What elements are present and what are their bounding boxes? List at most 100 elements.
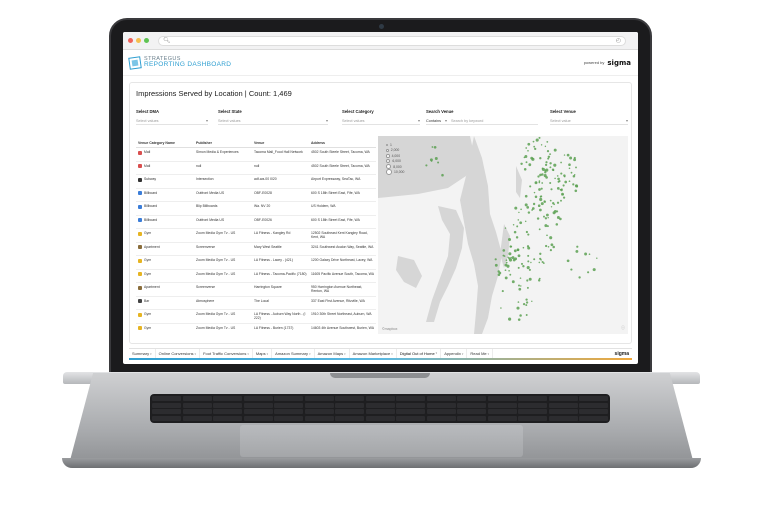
table-row[interactable]: Gym Zoom Media Gym Tv - US LA Fitness - Au… xyxy=(136,310,376,324)
tab-digital-out-of-home[interactable]: Digital Out of Home ▾ xyxy=(396,348,442,359)
tab-online-conversions[interactable]: Online Conversions ▾ xyxy=(156,348,201,359)
venue-table: Venue Category Name Publisher Venue Addr… xyxy=(136,139,376,335)
tab-summary[interactable]: Summary ▾ xyxy=(129,348,156,359)
category-name: Gym xyxy=(144,325,152,330)
category-color-swatch xyxy=(138,272,142,276)
address-cell: 12502 Southeast Kent Kangley Road, Kent,… xyxy=(311,231,368,240)
tab-amazon-marketplace[interactable]: Amazon Marketplace ▾ xyxy=(350,348,397,359)
key xyxy=(518,402,547,408)
impression-point xyxy=(549,166,552,169)
state-select[interactable]: Select values ▾ xyxy=(218,117,328,125)
state-placeholder: Select values xyxy=(218,118,241,123)
key xyxy=(243,396,273,402)
impression-point xyxy=(538,228,541,231)
publisher-cell: Zoom Media Gym Tv - US xyxy=(196,312,236,316)
map-canvas[interactable] xyxy=(378,136,628,334)
column-header[interactable]: Venue Category Name xyxy=(136,139,194,147)
venue-cell: OBF-E0028 xyxy=(254,190,272,195)
impression-point xyxy=(538,181,541,184)
table-row[interactable]: Gym Zoom Media Gym Tv - US LA Fitness - La… xyxy=(136,256,376,270)
impression-point xyxy=(509,245,512,248)
maximize-window-dot[interactable] xyxy=(144,38,149,43)
tab-appendix[interactable]: Appendix ▾ xyxy=(441,348,468,359)
impression-point xyxy=(562,193,564,196)
impression-point xyxy=(550,206,553,208)
category-name: Mall xyxy=(144,163,151,168)
impression-point xyxy=(518,284,520,287)
legend-label: 1 xyxy=(390,142,392,147)
impression-point xyxy=(538,277,541,280)
table-row[interactable]: Subway Intersection adf-wa-00 I020 Airport … xyxy=(136,175,376,189)
table-row[interactable]: Gym Zoom Media Gym Tv - US LA Fitness - Ta… xyxy=(136,270,376,283)
impression-point xyxy=(537,204,541,207)
tab-foot-traffic-conversions[interactable]: Foot Traffic Conversions ▾ xyxy=(200,348,253,359)
category-color-swatch xyxy=(138,150,142,155)
venue-select[interactable]: Select value ▾ xyxy=(550,117,628,125)
table-row[interactable]: Bar Atmosphere The Local 337 East First Ave… xyxy=(136,297,376,310)
key xyxy=(365,415,395,421)
key xyxy=(365,402,395,408)
impression-point xyxy=(547,246,550,248)
impression-point xyxy=(537,175,540,178)
filter-state: Select State Select values ▾ xyxy=(218,109,328,125)
column-header[interactable]: Venue xyxy=(252,139,309,147)
contains-dropdown[interactable]: Contains xyxy=(426,119,441,123)
impression-point xyxy=(530,261,532,264)
share-icon[interactable]: ◴ xyxy=(616,38,621,44)
table-row[interactable]: Billboard Blip Billboards Wa. NV 20 US Hold… xyxy=(136,202,376,216)
impressions-map[interactable]: 1 2,000 4,000 6,000 8,000 10,000 ©mapbox ⓘ xyxy=(378,136,628,334)
water-shape xyxy=(426,206,464,322)
dma-select[interactable]: Select values ▾ xyxy=(136,117,208,125)
impression-point xyxy=(510,257,512,259)
impression-point xyxy=(431,146,434,148)
impression-point xyxy=(540,202,544,206)
sigma-logo: sigma xyxy=(607,58,631,67)
address-cell: 11605 Pacific Avenue South, Tacoma, WA xyxy=(311,271,375,276)
impression-point xyxy=(578,276,581,279)
close-window-dot[interactable] xyxy=(128,38,133,43)
impression-point xyxy=(538,136,541,139)
table-row[interactable]: Billboard Outfront Media US OBF-E0026 600 S… xyxy=(136,216,376,229)
tab-amazon-maps[interactable]: Amazon Maps ▾ xyxy=(315,348,350,359)
category-cell: Gym xyxy=(136,310,194,323)
table-row[interactable]: Gym Zoom Media Gym Tv - US LA Fitness - Bu… xyxy=(136,324,376,336)
category-color-swatch xyxy=(138,191,142,195)
impression-point xyxy=(547,155,551,159)
column-header[interactable]: Publisher xyxy=(194,139,252,147)
logo-line-2: REPORTING DASHBOARD xyxy=(144,61,232,68)
address-bar[interactable]: 🔍︎ ◴ xyxy=(158,35,626,46)
impression-point xyxy=(527,211,531,214)
impression-point xyxy=(544,217,548,220)
key xyxy=(274,402,303,408)
map-legend: 1 2,000 4,000 6,000 8,000 10,000 xyxy=(386,142,404,176)
column-header[interactable]: Address xyxy=(309,139,376,147)
publisher-cell: Atmosphere xyxy=(196,298,215,303)
tab-read-me[interactable]: Read Me ▾ xyxy=(467,348,494,359)
info-icon[interactable]: ⓘ xyxy=(621,325,625,331)
laptop-mockup: 🔍︎ ◴ STRATEGUS REPORTING DASHBOARD power… xyxy=(0,0,761,507)
impression-point xyxy=(572,174,576,178)
impression-point xyxy=(520,285,522,287)
filter-venue: Select Venue Select value ▾ xyxy=(550,109,628,125)
tab-amazon-summary[interactable]: Amazon Summary ▾ xyxy=(272,348,315,359)
table-row[interactable]: Mall null null 4502 South Steele Street, Ta… xyxy=(136,162,376,175)
category-select[interactable]: Select values ▾ xyxy=(342,117,420,125)
table-row[interactable]: Apartment Screenverse Mary West Seattle 324… xyxy=(136,243,376,256)
publisher-cell: Intersection xyxy=(196,177,214,181)
table-row[interactable]: Mall Simon Media & Experiences Tacoma Mall… xyxy=(136,148,376,162)
impression-point xyxy=(524,203,528,207)
table-row[interactable]: Billboard Outfront Media US OBF-E0028 600 S… xyxy=(136,189,376,202)
publisher-cell: Outfront Media US xyxy=(196,190,225,195)
impression-point xyxy=(537,279,541,282)
impression-point xyxy=(532,202,536,206)
impression-point xyxy=(562,184,565,187)
table-row[interactable]: Apartment Screenverse Harrington Square 950… xyxy=(136,283,376,297)
impression-point xyxy=(552,245,555,249)
impression-point xyxy=(562,196,566,199)
venue-search-input[interactable]: Contains ▾ Search by keyword xyxy=(426,117,538,125)
table-row[interactable]: Gym Zoom Media Gym Tv - US LA Fitness - Ka… xyxy=(136,229,376,243)
key xyxy=(548,396,578,402)
impression-point xyxy=(560,199,562,202)
minimize-window-dot[interactable] xyxy=(136,38,141,43)
tab-maps[interactable]: Maps ▾ xyxy=(253,348,273,359)
